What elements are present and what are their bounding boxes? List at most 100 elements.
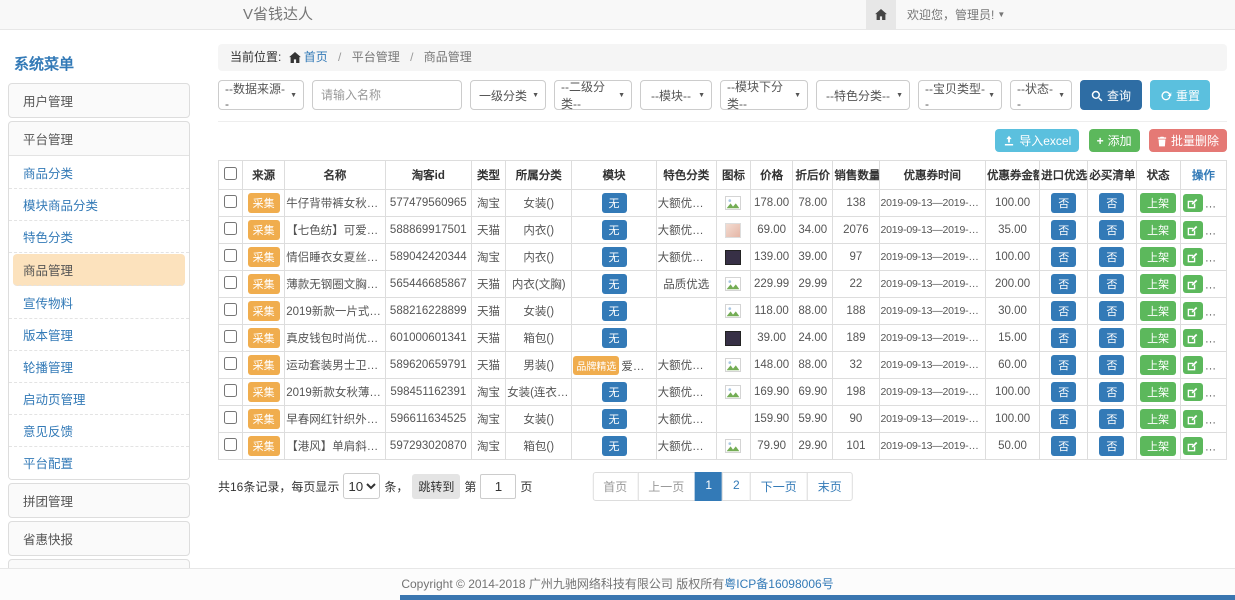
batch-delete-button[interactable]: 批量删除	[1149, 129, 1227, 152]
filter-select-1[interactable]: 一级分类▼	[470, 80, 546, 110]
status-button[interactable]: 上架	[1140, 409, 1176, 429]
sidebar-item-宣传物料[interactable]: 宣传物料	[9, 287, 189, 319]
imported-toggle[interactable]: 否	[1051, 436, 1076, 456]
status-button[interactable]: 上架	[1140, 220, 1176, 240]
select-all-checkbox[interactable]	[224, 167, 237, 180]
sidebar-item-商品分类[interactable]: 商品分类	[9, 157, 189, 189]
must-buy-toggle[interactable]: 否	[1099, 193, 1124, 213]
status-button[interactable]: 上架	[1140, 274, 1176, 294]
page-button-2[interactable]: 2	[722, 472, 751, 501]
module-badge[interactable]: 无	[602, 220, 627, 240]
row-checkbox[interactable]	[224, 330, 237, 343]
page-button-末页[interactable]: 末页	[807, 472, 853, 501]
import-excel-button[interactable]: 导入excel	[995, 129, 1079, 152]
edit-button[interactable]	[1183, 329, 1203, 347]
home-button[interactable]	[866, 0, 896, 29]
row-checkbox[interactable]	[224, 222, 237, 235]
row-checkbox[interactable]	[224, 303, 237, 316]
page-button-下一页[interactable]: 下一页	[750, 472, 808, 501]
breadcrumb-home-link[interactable]: 首页	[304, 50, 328, 64]
sidebar-item-启动页管理[interactable]: 启动页管理	[9, 383, 189, 415]
module-badge[interactable]: 无	[602, 436, 627, 456]
row-checkbox[interactable]	[224, 384, 237, 397]
imported-toggle[interactable]: 否	[1051, 301, 1076, 321]
row-checkbox[interactable]	[224, 249, 237, 262]
status-button[interactable]: 上架	[1140, 328, 1176, 348]
sidebar-item-用户管理[interactable]: 用户管理	[9, 84, 189, 117]
sidebar-item-省惠快报[interactable]: 省惠快报	[9, 522, 189, 555]
sidebar-item-轮播管理[interactable]: 轮播管理	[9, 351, 189, 383]
module-badge[interactable]: 无	[602, 409, 627, 429]
reset-button[interactable]: 重置	[1150, 80, 1210, 110]
row-checkbox[interactable]	[224, 276, 237, 289]
page-button-1[interactable]: 1	[694, 472, 723, 501]
status-button[interactable]: 上架	[1140, 436, 1176, 456]
edit-button[interactable]	[1183, 302, 1203, 320]
must-buy-toggle[interactable]: 否	[1099, 220, 1124, 240]
sidebar-item-模块商品分类[interactable]: 模块商品分类	[9, 189, 189, 221]
jump-page-input[interactable]	[480, 474, 516, 499]
filter-select-2[interactable]: --二级分类--▼	[554, 80, 632, 110]
module-badge[interactable]: 无	[602, 274, 627, 294]
filter-select-4[interactable]: --模块下分类--▼	[720, 80, 808, 110]
must-buy-toggle[interactable]: 否	[1099, 382, 1124, 402]
filter-select-0[interactable]: --数据来源--▼	[218, 80, 304, 110]
sidebar-item-特色分类[interactable]: 特色分类	[9, 221, 189, 253]
imported-toggle[interactable]: 否	[1051, 382, 1076, 402]
must-buy-toggle[interactable]: 否	[1099, 436, 1124, 456]
row-checkbox[interactable]	[224, 357, 237, 370]
sidebar-item-意见反馈[interactable]: 意见反馈	[9, 415, 189, 447]
must-buy-toggle[interactable]: 否	[1099, 409, 1124, 429]
status-button[interactable]: 上架	[1140, 355, 1176, 375]
sidebar-item-商品管理[interactable]: 商品管理	[13, 254, 185, 286]
module-badge[interactable]: 无	[602, 247, 627, 267]
status-button[interactable]: 上架	[1140, 382, 1176, 402]
filter-select-7[interactable]: --状态--▼	[1010, 80, 1072, 110]
sidebar-item-版本管理[interactable]: 版本管理	[9, 319, 189, 351]
row-checkbox[interactable]	[224, 195, 237, 208]
add-button[interactable]: + 添加	[1089, 129, 1140, 152]
module-badge[interactable]: 无	[602, 301, 627, 321]
edit-button[interactable]	[1183, 248, 1203, 266]
status-button[interactable]: 上架	[1140, 301, 1176, 321]
query-button[interactable]: 查询	[1080, 80, 1142, 110]
user-menu[interactable]: 欢迎您，管理员!▼	[907, 0, 1005, 30]
name-search-input[interactable]	[312, 80, 462, 110]
imported-toggle[interactable]: 否	[1051, 328, 1076, 348]
icp-link[interactable]: 粤ICP备16098006号	[724, 577, 833, 591]
status-button[interactable]: 上架	[1140, 247, 1176, 267]
edit-button[interactable]	[1183, 356, 1203, 374]
filter-select-5[interactable]: --特色分类--▼	[816, 80, 910, 110]
jump-button[interactable]: 跳转到	[412, 474, 460, 499]
sidebar-item-平台配置[interactable]: 平台配置	[9, 447, 189, 478]
imported-toggle[interactable]: 否	[1051, 355, 1076, 375]
imported-toggle[interactable]: 否	[1051, 220, 1076, 240]
edit-button[interactable]	[1183, 194, 1203, 212]
imported-toggle[interactable]: 否	[1051, 193, 1076, 213]
sidebar-item-拼团管理[interactable]: 拼团管理	[9, 484, 189, 517]
must-buy-toggle[interactable]: 否	[1099, 274, 1124, 294]
taoke-id-cell: 596611634525	[385, 406, 471, 433]
edit-button[interactable]	[1183, 383, 1203, 401]
filter-select-3[interactable]: --模块--▼	[640, 80, 712, 110]
filter-select-6[interactable]: --宝贝类型--▼	[918, 80, 1002, 110]
must-buy-toggle[interactable]: 否	[1099, 328, 1124, 348]
must-buy-toggle[interactable]: 否	[1099, 355, 1124, 375]
must-buy-toggle[interactable]: 否	[1099, 301, 1124, 321]
module-badge[interactable]: 无	[602, 382, 627, 402]
edit-button[interactable]	[1183, 410, 1203, 428]
imported-toggle[interactable]: 否	[1051, 247, 1076, 267]
edit-button[interactable]	[1183, 437, 1203, 455]
row-checkbox[interactable]	[224, 438, 237, 451]
module-badge[interactable]: 无	[602, 328, 627, 348]
imported-toggle[interactable]: 否	[1051, 274, 1076, 294]
status-button[interactable]: 上架	[1140, 193, 1176, 213]
sidebar-item-平台管理[interactable]: 平台管理	[9, 122, 189, 155]
row-checkbox[interactable]	[224, 411, 237, 424]
edit-button[interactable]	[1183, 221, 1203, 239]
must-buy-toggle[interactable]: 否	[1099, 247, 1124, 267]
module-badge[interactable]: 无	[602, 193, 627, 213]
per-page-select[interactable]: 10	[343, 473, 380, 499]
imported-toggle[interactable]: 否	[1051, 409, 1076, 429]
edit-button[interactable]	[1183, 275, 1203, 293]
